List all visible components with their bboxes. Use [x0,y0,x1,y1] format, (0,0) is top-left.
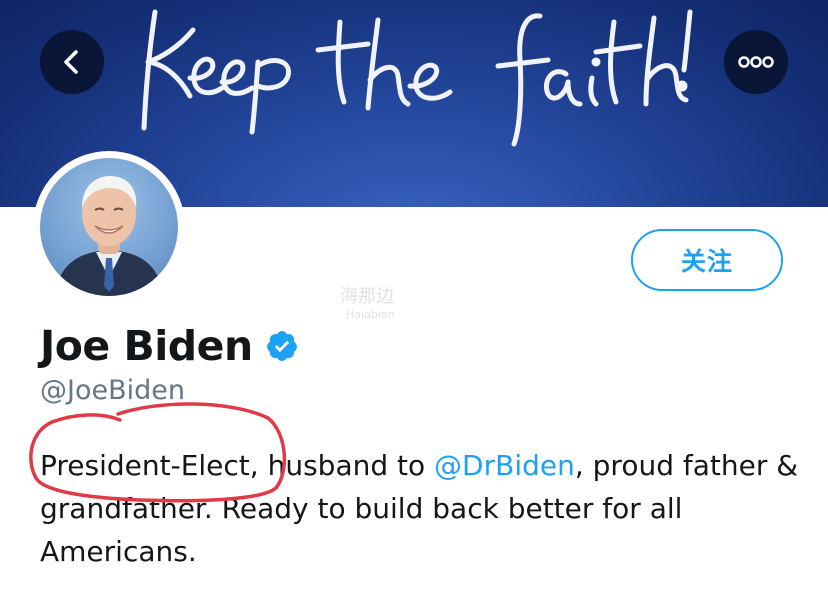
follow-button[interactable]: 关注 [631,229,783,291]
more-options-button[interactable] [724,30,788,94]
watermark-line1: 海那边 [340,286,394,307]
more-horizontal-icon [738,56,774,68]
back-button[interactable] [40,30,104,94]
bio-title: President-Elect, [40,449,259,482]
chevron-left-icon [64,50,78,74]
bio: President-Elect, husband to @DrBiden, pr… [40,444,800,573]
avatar[interactable] [33,151,185,303]
watermark-line2: Haiabian [346,308,395,321]
display-name: Joe Biden [40,322,253,370]
watermark: 海那边 Haiabian [340,288,490,328]
bio-text-1: husband to [258,449,435,482]
name-row: Joe Biden [40,318,299,374]
handle: @JoeBiden [40,375,185,406]
avatar-photo [40,158,178,296]
verified-badge-icon [265,329,299,363]
bio-mention-link[interactable]: @DrBiden [434,449,575,482]
